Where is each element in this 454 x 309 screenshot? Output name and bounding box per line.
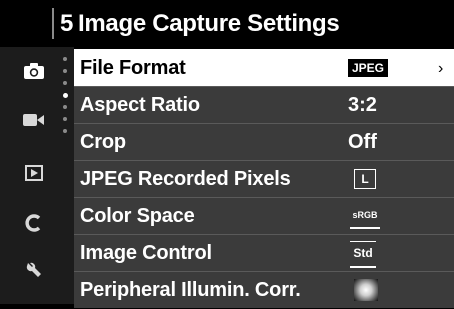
crop-value: Off bbox=[348, 131, 377, 153]
menu-row-file-format[interactable]: File Format JPEG › bbox=[74, 49, 454, 86]
menu-row-jpeg-recorded-pixels[interactable]: JPEG Recorded Pixels L bbox=[74, 160, 454, 197]
page-number: 5 bbox=[52, 8, 73, 39]
row-label: Color Space bbox=[80, 205, 195, 227]
page-dot bbox=[63, 81, 67, 85]
menu-row-image-control[interactable]: Image Control Std bbox=[74, 234, 454, 271]
menu-row-aspect-ratio[interactable]: Aspect Ratio 3:2 bbox=[74, 86, 454, 123]
page-dot bbox=[63, 57, 67, 61]
color-space-value: sRGB bbox=[350, 205, 380, 229]
camera-icon[interactable] bbox=[20, 59, 48, 83]
menu-row-peripheral-illumin-corr[interactable]: Peripheral Illumin. Corr. bbox=[74, 271, 454, 308]
category-rail bbox=[0, 47, 74, 304]
row-label: Crop bbox=[80, 131, 126, 153]
page-dot bbox=[63, 69, 67, 73]
image-control-value: Std bbox=[350, 241, 376, 268]
row-label: Image Control bbox=[80, 242, 212, 264]
page-dot bbox=[63, 117, 67, 121]
page-dot-active bbox=[62, 93, 68, 98]
menu-row-color-space[interactable]: Color Space sRGB bbox=[74, 197, 454, 234]
playback-icon[interactable] bbox=[20, 161, 48, 185]
page-dot bbox=[63, 105, 67, 109]
row-label: Aspect Ratio bbox=[80, 94, 200, 116]
menu-header: 5 Image Capture Settings bbox=[0, 0, 454, 47]
aspect-ratio-value: 3:2 bbox=[348, 94, 377, 116]
chevron-right-icon: › bbox=[438, 60, 444, 77]
row-label: JPEG Recorded Pixels bbox=[80, 168, 291, 190]
row-label: Peripheral Illumin. Corr. bbox=[80, 279, 301, 301]
vignette-correction-icon bbox=[354, 279, 378, 301]
recorded-pixels-value: L bbox=[354, 169, 376, 189]
wrench-icon[interactable] bbox=[20, 258, 48, 282]
row-label: File Format bbox=[80, 57, 186, 79]
page-title: Image Capture Settings bbox=[78, 10, 340, 37]
menu-row-crop[interactable]: Crop Off bbox=[74, 123, 454, 160]
custom-c-icon[interactable] bbox=[20, 211, 48, 235]
camera-menu-screen: 5 Image Capture Settings File Format JPE… bbox=[0, 0, 454, 308]
video-icon[interactable] bbox=[20, 108, 48, 132]
file-format-value: JPEG bbox=[348, 59, 388, 77]
page-dot bbox=[63, 129, 67, 133]
